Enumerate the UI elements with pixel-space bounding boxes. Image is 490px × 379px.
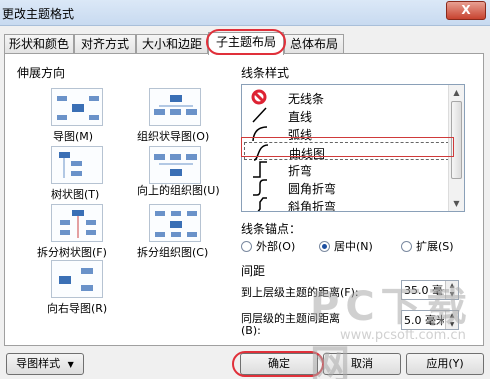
layout-org-up-label: 向上的组织图(U) (137, 184, 220, 197)
map-style-dropdown[interactable]: 导图样式 ▼ (6, 353, 84, 375)
elbow-line-icon (253, 161, 267, 178)
sibling-distance-label-suffix: (B): (241, 324, 261, 337)
sibling-distance-input[interactable] (404, 313, 444, 327)
layout-mindmap-label: 导图(M) (53, 130, 94, 143)
list-item[interactable]: 折弯 (244, 160, 449, 178)
tab-overall-layout[interactable]: 总体布局 (284, 34, 344, 54)
layout-split-org-label: 拆分组织图(C) (137, 246, 209, 259)
chevron-down-icon: ▼ (67, 360, 74, 369)
rounded-elbow-icon (253, 179, 267, 196)
spacing-title: 间距 (241, 264, 266, 278)
tree-icon (59, 152, 82, 178)
tab-shape-color[interactable]: 形状和颜色 (4, 34, 74, 54)
list-highlight-annotation (241, 137, 454, 157)
stepper-arrows[interactable]: ▲ ▼ (445, 281, 458, 299)
tab-size-margins[interactable]: 大小和边距 (136, 34, 208, 54)
org-up-icon (154, 154, 197, 176)
layout-right-map-label: 向右导图(R) (47, 302, 108, 315)
layout-tree-button[interactable] (51, 146, 103, 184)
layout-split-tree-label: 拆分树状图(F) (37, 246, 107, 259)
anchor-extend-radio[interactable]: 扩展(S) (401, 238, 454, 254)
layout-mindmap-button[interactable] (51, 88, 103, 126)
straight-line-icon (252, 107, 267, 123)
layout-tree-label: 树状图(T) (51, 188, 100, 201)
title-bar: 更改主题格式 X (0, 0, 490, 26)
growth-direction-group: 伸展方向 导图(M) 组织状导图(O) 树状图(T) 向上的组织图(U) 拆分树… (13, 62, 231, 342)
parent-distance-label: 到上层级主题的距离(F): (241, 286, 359, 299)
split-tree-icon (60, 210, 96, 238)
anchor-title: 线条锚点： (241, 222, 302, 236)
radio-dot (401, 241, 412, 252)
orgchart-icon (154, 95, 197, 115)
window-title: 更改主题格式 (2, 7, 75, 21)
layout-org-up-button[interactable] (149, 146, 201, 184)
line-style-title: 线条样式 (241, 66, 290, 80)
layout-orgchart-button[interactable] (149, 88, 201, 126)
line-style-group: 线条样式 无线条 直线 弧线 曲线图 折弯 圆角折弯 斜角折弯 ▲ ▼ 线条锚点… (237, 62, 477, 342)
tab-panel: 伸展方向 导图(M) 组织状导图(O) 树状图(T) 向上的组织图(U) 拆分树… (4, 53, 484, 346)
no-line-icon (251, 89, 267, 105)
bevel-elbow-icon (257, 197, 267, 211)
parent-distance-input[interactable] (404, 283, 444, 297)
right-map-icon (59, 268, 93, 291)
list-item[interactable]: 直线 (244, 106, 449, 124)
scroll-down-icon[interactable]: ▼ (449, 196, 464, 211)
split-org-icon (155, 211, 197, 237)
anchor-center-radio[interactable]: 居中(N) (319, 238, 373, 254)
mindmap-icon (57, 96, 99, 120)
tab-alignment[interactable]: 对齐方式 (74, 34, 136, 54)
ok-highlight-annotation (232, 351, 324, 377)
radio-dot (241, 241, 252, 252)
list-item[interactable]: 无线条 (244, 88, 449, 106)
close-button[interactable]: X (446, 1, 486, 20)
tab-highlight-annotation (206, 29, 286, 55)
parent-distance-stepper[interactable]: ▲▼ (401, 280, 459, 300)
format-topic-dialog: 更改主题格式 X 形状和颜色 对齐方式 大小和边距 子主题布局 总体布局 伸展方… (0, 0, 490, 379)
anchor-outside-radio[interactable]: 外部(O) (241, 238, 295, 254)
scroll-up-icon[interactable]: ▲ (449, 85, 464, 100)
growth-direction-title: 伸展方向 (17, 66, 66, 80)
list-item[interactable]: 斜角折弯 (244, 196, 449, 211)
layout-split-tree-button[interactable] (51, 204, 103, 242)
layout-right-map-button[interactable] (51, 260, 103, 298)
cancel-button[interactable]: 取消 (323, 353, 401, 375)
layout-orgchart-label: 组织状导图(O) (137, 130, 210, 143)
list-item[interactable]: 圆角折弯 (244, 178, 449, 196)
sibling-distance-stepper[interactable]: ▲▼ (401, 310, 459, 330)
apply-button[interactable]: 应用(Y) (406, 353, 484, 375)
stepper-arrows[interactable]: ▲ ▼ (445, 311, 458, 329)
radio-dot-selected (319, 241, 330, 252)
layout-split-org-button[interactable] (149, 204, 201, 242)
